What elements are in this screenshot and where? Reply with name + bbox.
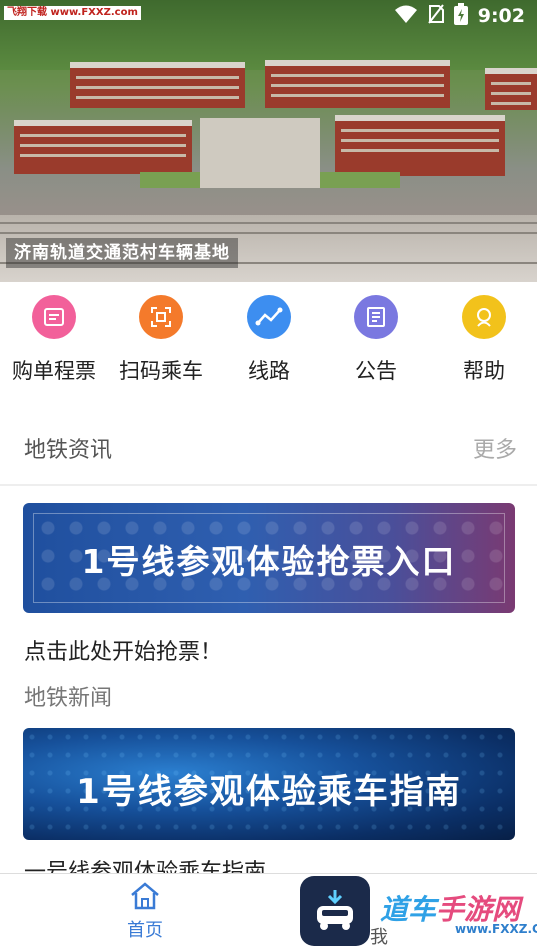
hero-building <box>265 60 450 108</box>
tab-home[interactable]: 首页 <box>110 882 180 942</box>
help-icon <box>462 295 506 339</box>
hero-building <box>335 115 505 176</box>
quick-action-label: 购单程票 <box>12 359 96 383</box>
news-section-header: 地铁资讯 更多 <box>0 428 537 468</box>
battery-charging-icon <box>453 3 468 29</box>
no-sim-icon <box>427 4 444 28</box>
tab-home-label: 首页 <box>127 920 163 941</box>
hero-rail-line <box>0 232 537 234</box>
hero-rail-line <box>0 222 537 224</box>
watermark-text: 飞翔下载 www.FXXZ.com <box>4 6 141 20</box>
quick-action-buy-ticket[interactable]: 购单程票 <box>0 295 108 385</box>
section-title: 地铁资讯 <box>24 438 113 463</box>
banner-text: 1号线参观体验乘车指南 <box>76 772 462 812</box>
feed-item-title[interactable]: 点击此处开始抢票！ <box>24 634 222 666</box>
feed-category-label: 地铁新闻 <box>24 686 113 711</box>
quick-actions: 购单程票 扫码乘车 线路 公告 帮助 <box>0 283 537 393</box>
route-icon <box>247 295 291 339</box>
hero-banner[interactable]: 济南轨道交通范村车辆基地 <box>0 0 537 282</box>
divider <box>0 484 537 486</box>
home-icon <box>129 882 161 914</box>
status-time: 9:02 <box>477 5 525 27</box>
quick-action-label: 线路 <box>248 359 290 383</box>
quick-action-scan[interactable]: 扫码乘车 <box>107 295 215 385</box>
quick-action-help[interactable]: 帮助 <box>430 295 537 385</box>
quick-action-label: 公告 <box>355 359 397 383</box>
hero-building <box>485 68 537 110</box>
ticket-icon <box>32 295 76 339</box>
feed-banner-guide[interactable]: 1号线参观体验乘车指南 <box>23 728 515 840</box>
more-link[interactable]: 更多 <box>473 432 517 464</box>
hero-lawn <box>320 172 400 188</box>
banner-text: 1号线参观体验抢票入口 <box>81 542 457 581</box>
quick-action-label: 扫码乘车 <box>119 359 203 383</box>
car-app-logo <box>300 876 370 946</box>
quick-action-notice[interactable]: 公告 <box>322 295 430 385</box>
status-indicators: 9:02 <box>394 3 525 29</box>
quick-action-label: 帮助 <box>463 359 505 383</box>
hero-building <box>14 120 192 174</box>
notice-icon <box>354 295 398 339</box>
scan-icon <box>139 295 183 339</box>
status-bar: 飞翔下载 www.FXXZ.com 9:02 <box>0 0 537 30</box>
hero-caption: 济南轨道交通范村车辆基地 <box>6 238 238 268</box>
hero-plaza <box>200 118 320 188</box>
quick-action-routes[interactable]: 线路 <box>215 295 323 385</box>
hero-building <box>70 62 245 108</box>
feed-banner-ticket[interactable]: 1号线参观体验抢票入口 <box>23 503 515 613</box>
corner-watermark-url: www.FXXZ.COM <box>455 922 537 936</box>
wifi-icon <box>394 4 418 28</box>
